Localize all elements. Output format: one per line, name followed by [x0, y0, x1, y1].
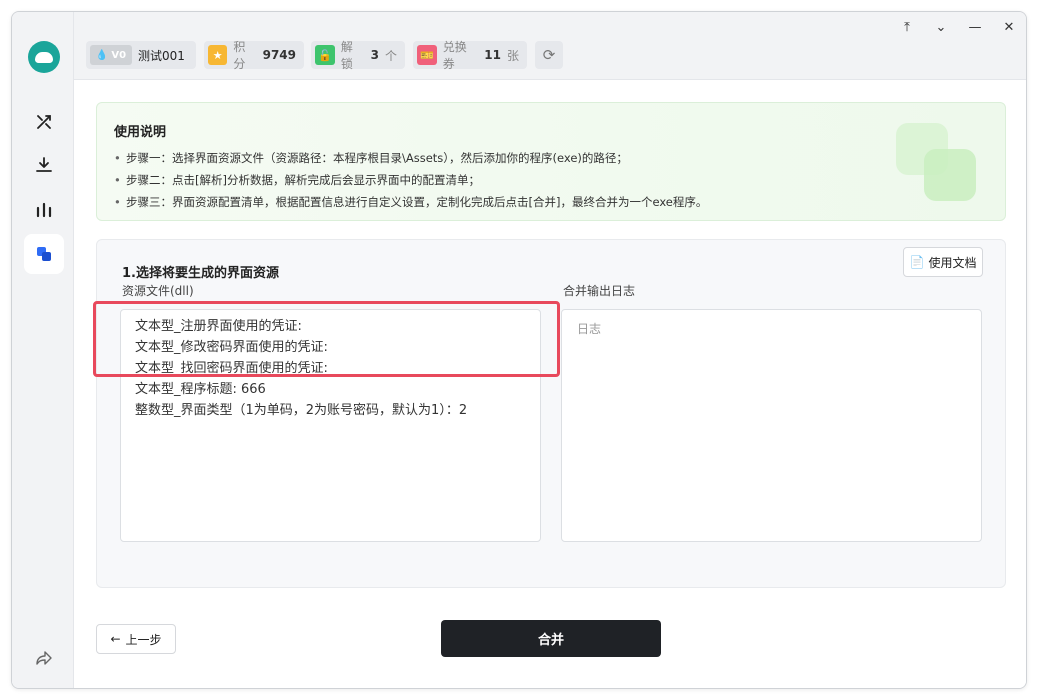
sidebar-item-download[interactable]: [24, 145, 64, 185]
resource-line[interactable]: 文本型_程序标题: 666: [135, 379, 467, 400]
coupon-chip[interactable]: 🎫 兑换券 11 张: [413, 40, 527, 71]
docs-button-label: 使用文档: [928, 255, 977, 270]
sidebar-item-stats[interactable]: [24, 190, 64, 230]
previous-step-label: 上一步: [125, 632, 162, 647]
sidebar: [12, 12, 74, 688]
log-placeholder: 日志: [577, 322, 602, 336]
drop-icon: 💧: [95, 49, 109, 61]
instruction-step: 步骤二：点击[解析]分析数据，解析完成后会显示界面中的配置清单；: [114, 169, 707, 191]
highlight-annotation: [93, 301, 560, 377]
sidebar-item-share[interactable]: [24, 638, 64, 678]
panel-title: 1.选择将要生成的界面资源: [122, 266, 279, 281]
coupon-unit: 张: [506, 48, 519, 63]
download-icon: [36, 157, 52, 172]
minimize-icon: —: [968, 19, 982, 35]
ticket-icon: 🎫: [417, 45, 437, 65]
unlock-label: 解锁: [340, 40, 353, 71]
close-icon: ✕: [1003, 19, 1015, 35]
share-icon: [36, 651, 52, 665]
lock-icon: 🔓: [315, 45, 335, 65]
coupon-label: 兑换券: [442, 40, 467, 71]
document-icon: 📄: [909, 255, 925, 269]
points-chip[interactable]: ★ 积分 9749: [204, 40, 304, 71]
arrow-left-icon: ←: [110, 632, 121, 646]
points-value: 9749: [262, 48, 296, 62]
resource-line[interactable]: 整数型_界面类型（1为单码，2为账号密码，默认为1）：2: [135, 400, 467, 421]
star-icon: ★: [208, 45, 228, 65]
resource-panel: 1.选择将要生成的界面资源 📄 使用文档 资源文件(dll) 合并输出日志 文本…: [96, 239, 1006, 588]
log-output[interactable]: 日志: [561, 309, 982, 542]
user-chip[interactable]: 💧 V0 测试001: [86, 41, 196, 69]
decoration-shape: [924, 149, 976, 201]
coupon-value: 11: [484, 48, 501, 62]
points-label: 积分: [233, 40, 246, 71]
unlock-chip[interactable]: 🔓 解锁 3 个: [311, 40, 405, 71]
instruction-step: 步骤三：界面资源配置清单，根据配置信息进行自定义设置，定制化完成后点击[合并]，…: [114, 191, 707, 213]
collapse-button[interactable]: ⌄: [930, 19, 952, 35]
merge-button-label: 合并: [537, 633, 564, 648]
refresh-icon: ⟳: [542, 46, 556, 64]
instruction-step: 步骤一：选择界面资源文件（资源路径：本程序根目录\Assets），然后添加你的程…: [114, 147, 707, 169]
top-bar: ⤒ ⌄ — ✕ 💧 V0 测试001 ★ 积分 9749 🔓 解锁 3 个 🎫 兑…: [74, 12, 1026, 80]
chevron-down-icon: ⌄: [935, 19, 947, 35]
previous-step-button[interactable]: ← 上一步: [96, 624, 176, 654]
sidebar-item-merge[interactable]: [24, 234, 64, 274]
vip-badge: 💧 V0: [90, 45, 132, 65]
resource-file-label: 资源文件(dll): [122, 284, 194, 298]
minimize-button[interactable]: —: [964, 19, 986, 35]
instructions-title: 使用说明: [114, 125, 167, 140]
instructions-card: 使用说明 步骤一：选择界面资源文件（资源路径：本程序根目录\Assets），然后…: [96, 102, 1006, 221]
pin-button[interactable]: ⤒: [896, 19, 918, 35]
main-content: 使用说明 步骤一：选择界面资源文件（资源路径：本程序根目录\Assets），然后…: [74, 80, 1026, 688]
unlock-value: 3: [370, 48, 379, 62]
pin-icon: ⤒: [904, 19, 910, 35]
docs-button[interactable]: 📄 使用文档: [903, 247, 983, 277]
stats-icon: [36, 202, 52, 218]
sidebar-item-tools[interactable]: [24, 102, 64, 142]
close-button[interactable]: ✕: [998, 19, 1020, 35]
app-logo: [28, 41, 60, 73]
log-label: 合并输出日志: [563, 284, 636, 298]
user-name: 测试001: [138, 48, 185, 63]
merge-button[interactable]: 合并: [441, 620, 661, 657]
merge-icon: [37, 247, 51, 261]
tools-icon: [37, 115, 51, 129]
unlock-unit: 个: [384, 48, 397, 63]
refresh-button[interactable]: ⟳: [535, 41, 563, 69]
instructions-list: 步骤一：选择界面资源文件（资源路径：本程序根目录\Assets），然后添加你的程…: [114, 147, 707, 213]
